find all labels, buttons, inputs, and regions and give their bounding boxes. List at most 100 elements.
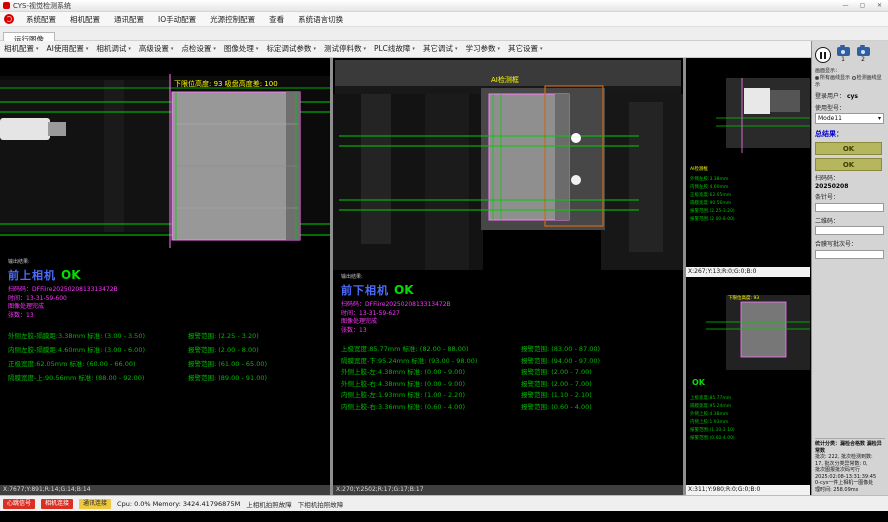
measurement-row: 正极宽度:62.05mm 标准: (60.00 - 66.00)报警范围: (6…	[8, 357, 330, 371]
qr-code-input[interactable]	[815, 226, 884, 235]
cursor-coords-thumb-top: X:267;Y:13;R:0;G:0;B:0	[686, 267, 810, 277]
menu-view[interactable]: 查看	[262, 12, 291, 27]
measurement-row: 外侧左胶-隔膜距:3.38mm 标准: (3.00 - 3.50)报警范围: (…	[8, 329, 330, 343]
svg-text:外侧上胶:4.38mm: 外侧上胶:4.38mm	[690, 410, 728, 417]
thumb-annotation: 下限位高度: 93	[728, 294, 759, 301]
option-all-lines[interactable]: 所有画线显示	[815, 75, 850, 81]
chevron-down-icon: ▾	[878, 115, 881, 123]
barcode-line: 扫码码：DFFiire2025020813313472B	[8, 286, 330, 295]
tool-other-settings[interactable]: 其它设置▾	[504, 41, 547, 57]
camera-2-button[interactable]: 2	[855, 47, 871, 63]
measurement-row: 外侧上胶-右:4.38mm 标准: (0.00 - 9.00)报警范围: (2.…	[341, 379, 683, 391]
qr-code-label: 二维码：	[815, 218, 839, 225]
bottom-strip	[0, 511, 888, 522]
tool-spot-check[interactable]: 点检设置▾	[177, 41, 220, 57]
tab-strip: 运行图像	[0, 27, 888, 41]
barcode-line: 扫码码：DFFiire2025020813313472B	[341, 301, 683, 310]
menu-system-config[interactable]: 系统配置	[19, 12, 63, 27]
model-select[interactable]: Mode11 ▾	[815, 113, 884, 124]
model-label: 使用型号：	[815, 105, 845, 112]
tool-calibration-params[interactable]: 标定调试参数▾	[262, 41, 320, 57]
total-result-box-1: OK	[815, 142, 882, 155]
camera-view-front-bottom[interactable]: AI检测框 输出结果: 前下相机 OK 扫码码：DFFiire202502081…	[333, 58, 683, 485]
camera-title: 前上相机	[8, 267, 56, 283]
statistics-block: 统计分类：漏检合格数 漏检异常数 批次: 222, 批次检测到数: 17, 批次…	[815, 438, 885, 493]
total-result-label: 总结果：	[815, 129, 885, 139]
tool-camera-config[interactable]: 相机配置▾	[0, 41, 43, 57]
top-camera-fault-label: 上相机拍照故障	[246, 499, 292, 509]
scene-annotation: 下限位高度: 93 吸盘高度差: 100	[174, 79, 278, 88]
camera-title: 前下相机	[341, 282, 389, 298]
tool-other-debug[interactable]: 其它调试▾	[419, 41, 462, 57]
camera-scene-front-top[interactable]: 下限位高度: 93 吸盘高度差: 100	[0, 58, 330, 255]
window-title: CYS-视觉检测系统	[13, 1, 71, 11]
menu-camera-config[interactable]: 相机配置	[63, 12, 107, 27]
comm-link-indicator: 通讯连接	[79, 499, 111, 509]
tool-test-stop-count[interactable]: 测试停料数▾	[320, 41, 370, 57]
count-line: 张数：13	[341, 327, 683, 336]
batch-number-label: 合膜写批次号：	[815, 241, 857, 248]
time-line: 时间：13-31-59-600	[8, 295, 330, 304]
pin-number-label: 条针号：	[815, 194, 839, 201]
camera-view-front-top[interactable]: 下限位高度: 93 吸盘高度差: 100 输出结果: 前上相机 OK 扫码码：D…	[0, 58, 330, 485]
result-badge: OK	[61, 268, 81, 282]
statistics-header: 统计分类：漏检合格数 漏检异常数	[815, 441, 885, 454]
svg-text:报警范围:(2.00-8.00): 报警范围:(2.00-8.00)	[690, 215, 735, 222]
close-button[interactable]: ✕	[871, 0, 888, 11]
tool-advanced-settings[interactable]: 高级设置▾	[135, 41, 178, 57]
svg-text:外侧左胶:3.38mm: 外侧左胶:3.38mm	[690, 175, 728, 182]
measurement-row: 隔膜宽度-下:95.24mm 标准: (93.00 - 98.00)报警范围: …	[341, 356, 683, 368]
camera-result-block: 输出结果: 前下相机 OK 扫码码：DFFiire202502081331347…	[333, 270, 683, 413]
pin-number-input[interactable]	[815, 203, 884, 212]
display-options-label: 画面显示：	[815, 68, 840, 74]
thumbnail-view-bottom[interactable]: 下限位高度: 93 OK 上极宽度:85.77mm 隔膜宽度:95.24mm 外…	[686, 277, 810, 485]
process-status-line: 图像处理完成	[341, 318, 683, 327]
svg-text:隔膜宽度:90.56mm: 隔膜宽度:90.56mm	[690, 199, 731, 206]
measurement-row: 内侧上胶-右:3.36mm 标准: (0.60 - 4.00)报警范围: (0.…	[341, 402, 683, 414]
time-line: 时间：13-31-59-627	[341, 310, 683, 319]
svg-text:报警范围:(2.25-3.20): 报警范围:(2.25-3.20)	[690, 207, 735, 214]
output-result-label: 输出结果:	[341, 274, 683, 281]
camera-icon	[857, 47, 870, 56]
app-logo-icon	[4, 14, 14, 24]
tool-ai-config[interactable]: AI使用配置▾	[43, 41, 93, 57]
svg-text:上极宽度:85.77mm: 上极宽度:85.77mm	[690, 394, 731, 401]
cpu-memory-readout: Cpu: 0.0% Memory: 3424.41796875M	[117, 500, 240, 508]
tool-plc-fault[interactable]: PLC线故障▾	[370, 41, 419, 57]
svg-text:报警范围:(1.10-2.10): 报警范围:(1.10-2.10)	[690, 426, 735, 433]
camera-scene-front-bottom[interactable]: AI检测框	[333, 58, 683, 270]
menu-io-manual-config[interactable]: IO手动配置	[151, 12, 203, 27]
menu-comm-config[interactable]: 通讯配置	[107, 12, 151, 27]
output-result-label: 输出结果:	[8, 259, 330, 266]
tool-image-processing[interactable]: 图像处理▾	[220, 41, 263, 57]
tool-learn-params[interactable]: 学习参数▾	[461, 41, 504, 57]
svg-text:内侧左胶:4.60mm: 内侧左胶:4.60mm	[690, 183, 728, 190]
svg-text:报警范围:(0.60-4.00): 报警范围:(0.60-4.00)	[690, 434, 735, 441]
login-user-value: cys	[847, 93, 858, 100]
measurement-row: 上极宽度:85.77mm 标准: (82.00 - 88.00)报警范围: (8…	[341, 344, 683, 356]
camera-icon	[837, 47, 850, 56]
menu-language-switch[interactable]: 系统语言切换	[291, 12, 350, 27]
process-status-line: 图像处理完成	[8, 303, 330, 312]
batch-number-input[interactable]	[815, 250, 884, 259]
menu-light-control-config[interactable]: 光源控制配置	[203, 12, 262, 27]
bottom-camera-fault-label: 下相机拍照故障	[298, 499, 344, 509]
camera-1-button[interactable]: 1	[835, 47, 851, 63]
cursor-coords-front-top: X:7677;Y:891;R:14;G:14;B:14	[0, 485, 330, 495]
tool-camera-debug[interactable]: 相机调试▾	[92, 41, 135, 57]
maximize-button[interactable]: ▢	[854, 0, 871, 11]
scene-annotation: AI检测框	[491, 75, 519, 84]
measurement-row: 隔膜宽度-上:90.56mm 标准: (88.00 - 92.00)报警范围: …	[8, 371, 330, 385]
right-control-panel: 1 2 画面显示： 所有画线显示 检测画线显示 登录用户： cys 使用型号： …	[811, 41, 888, 495]
pause-button[interactable]	[815, 47, 831, 63]
heartbeat-indicator: 心跳信号	[3, 499, 35, 509]
total-result-box-2: OK	[815, 158, 882, 171]
measurement-row: 外侧上胶-左:4.38mm 标准: (0.00 - 9.00)报警范围: (2.…	[341, 367, 683, 379]
login-user-label: 登录用户：	[815, 93, 845, 100]
titlebar: CYS-视觉检测系统 — ▢ ✕	[0, 0, 888, 12]
thumbnail-view-top[interactable]: AI检测框 外侧左胶:3.38mm 内侧左胶:4.60mm 正极宽度:62.05…	[686, 58, 810, 267]
measurement-row: 内侧上胶-左:1.93mm 标准: (1.00 - 2.20)报警范围: (1.…	[341, 390, 683, 402]
camera-result-block: 输出结果: 前上相机 OK 扫码码：DFFiire202502081331347…	[0, 255, 330, 385]
minimize-button[interactable]: —	[837, 0, 854, 11]
svg-text:正极宽度:62.05mm: 正极宽度:62.05mm	[690, 191, 731, 198]
